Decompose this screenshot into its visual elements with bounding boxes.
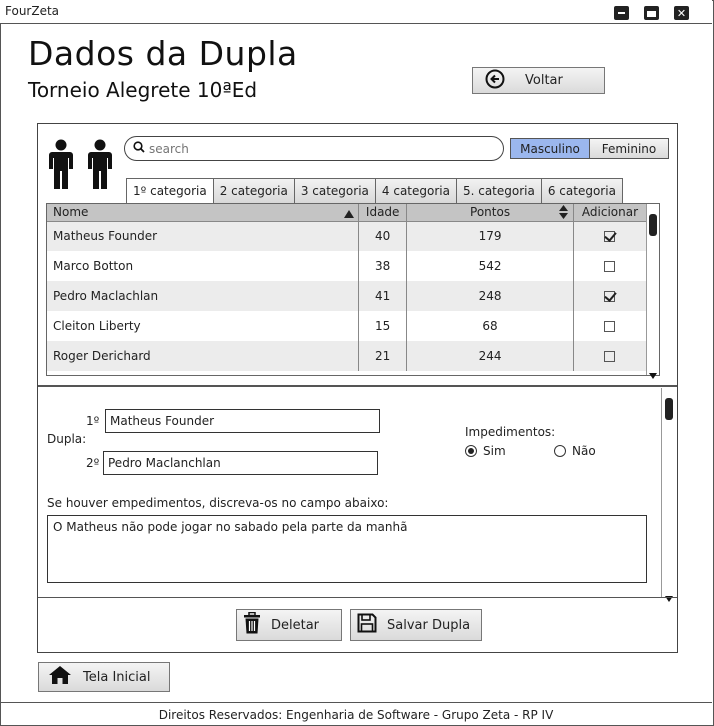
cell-pontos: 179 (406, 221, 574, 251)
delete-button-label: Deletar (271, 617, 320, 633)
notes-textarea[interactable]: O Matheus não pode jogar no sabado pela … (47, 515, 647, 583)
player1-label: 1º (86, 414, 100, 428)
back-button-label: Voltar (525, 73, 563, 88)
section-divider (38, 385, 677, 387)
impedimentos-label: Impedimentos: (465, 425, 556, 439)
add-checkbox[interactable] (604, 261, 616, 272)
back-button[interactable]: Voltar (472, 67, 605, 94)
column-header-nome[interactable]: Nome (47, 204, 360, 222)
gender-toggle[interactable]: Masculino Feminino (510, 138, 669, 159)
page-title: Dados da Dupla (28, 34, 298, 73)
notes-label: Se houver empedimentos, discreva-os no c… (47, 496, 389, 510)
gender-option-feminino[interactable]: Feminino (590, 139, 668, 158)
cell-pontos: 248 (406, 281, 574, 311)
footer-divider (0, 702, 712, 703)
add-checkbox[interactable] (604, 231, 616, 243)
player2-label: 2º (86, 456, 100, 470)
cell-idade: 40 (358, 221, 408, 251)
sort-toggle-icon (558, 205, 568, 222)
column-header-pontos[interactable]: Pontos (406, 204, 574, 222)
title-bar: FourZeta ✕ (0, 0, 712, 24)
scrollbar-thumb[interactable] (665, 398, 673, 420)
cell-nome: Cleiton Liberty (47, 311, 360, 341)
add-checkbox[interactable] (604, 291, 616, 302)
person-icon (47, 139, 75, 189)
delete-button[interactable]: Deletar (236, 609, 342, 641)
section-divider (38, 597, 677, 598)
table-scrollbar[interactable] (646, 204, 659, 379)
table-row[interactable]: Marco Botton 38 542 (47, 251, 648, 281)
radio-sim-indicator[interactable] (465, 445, 477, 457)
scrollbar-thumb[interactable] (649, 214, 657, 236)
column-header-idade[interactable]: Idade (358, 204, 408, 222)
search-input[interactable] (149, 141, 489, 156)
home-button-label: Tela Inicial (83, 669, 151, 685)
save-button-label: Salvar Dupla (387, 617, 471, 633)
radio-sim-label: Sim (483, 444, 506, 458)
table-row[interactable]: Roger Derichard 21 244 (47, 341, 648, 371)
tab-categoria-6[interactable]: 6 categoria (541, 178, 623, 204)
radio-nao-label: Não (572, 444, 596, 458)
table-row[interactable]: Pedro Maclachlan 41 248 (47, 281, 648, 311)
gender-option-masculino[interactable]: Masculino (511, 139, 590, 158)
table-row[interactable]: Matheus Founder 40 179 (47, 221, 648, 251)
add-checkbox[interactable] (604, 321, 616, 332)
search-icon (133, 141, 145, 156)
cell-nome: Roger Derichard (47, 341, 360, 371)
cell-nome: Marco Botton (47, 251, 360, 281)
player1-field[interactable]: Matheus Founder (105, 409, 380, 433)
arrow-left-circle-icon (485, 69, 505, 93)
cell-idade: 15 (358, 311, 408, 341)
dupla-label: Dupla: (47, 432, 87, 446)
tab-categoria-2[interactable]: 2 categoria (213, 178, 295, 204)
cell-pontos: 542 (406, 251, 574, 281)
home-button[interactable]: Tela Inicial (38, 662, 170, 692)
trash-icon (243, 611, 261, 638)
form-scrollbar[interactable] (661, 388, 675, 602)
cell-idade: 21 (358, 341, 408, 371)
sort-asc-icon (344, 207, 355, 221)
cell-nome: Matheus Founder (47, 221, 360, 251)
person-icon (86, 139, 114, 189)
cell-pontos: 68 (406, 311, 574, 341)
cell-adicionar (573, 311, 648, 341)
home-icon (49, 666, 71, 688)
category-tabs: 1º categoria 2 categoria 3 categoria 4 c… (126, 178, 623, 204)
close-button[interactable]: ✕ (674, 6, 689, 20)
cell-pontos: 244 (406, 341, 574, 371)
add-checkbox[interactable] (604, 351, 616, 362)
app-title: FourZeta (5, 4, 60, 18)
tab-categoria-4[interactable]: 4 categoria (375, 178, 457, 204)
cell-adicionar (573, 251, 648, 281)
tab-categoria-3[interactable]: 3 categoria (294, 178, 376, 204)
radio-sim[interactable]: Sim (465, 444, 506, 458)
minimize-button[interactable] (614, 6, 629, 20)
players-table: Nome Idade Pontos Adicionar Matheus Foun… (46, 203, 660, 376)
cell-idade: 41 (358, 281, 408, 311)
tab-categoria-1[interactable]: 1º categoria (126, 178, 214, 204)
column-header-adicionar[interactable]: Adicionar (573, 204, 648, 222)
maximize-button[interactable] (644, 6, 659, 20)
footer-text: Direitos Reservados: Engenharia de Softw… (158, 708, 554, 722)
search-bar[interactable] (124, 136, 504, 161)
floppy-disk-icon (357, 613, 377, 637)
page-subtitle: Torneio Alegrete 10ªEd (28, 78, 258, 102)
cell-adicionar (573, 341, 648, 371)
table-header-row: Nome Idade Pontos Adicionar (47, 204, 648, 222)
radio-nao-indicator[interactable] (554, 445, 566, 457)
tab-categoria-5[interactable]: 5. categoria (456, 178, 542, 204)
cell-idade: 38 (358, 251, 408, 281)
table-row[interactable]: Cleiton Liberty 15 68 (47, 311, 648, 341)
scroll-down-icon[interactable] (649, 364, 657, 383)
cell-adicionar (573, 281, 648, 311)
save-button[interactable]: Salvar Dupla (350, 609, 482, 641)
cell-adicionar (573, 221, 648, 251)
player2-field[interactable]: Pedro Maclanchlan (103, 451, 378, 475)
cell-nome: Pedro Maclachlan (47, 281, 360, 311)
radio-nao[interactable]: Não (554, 444, 596, 458)
